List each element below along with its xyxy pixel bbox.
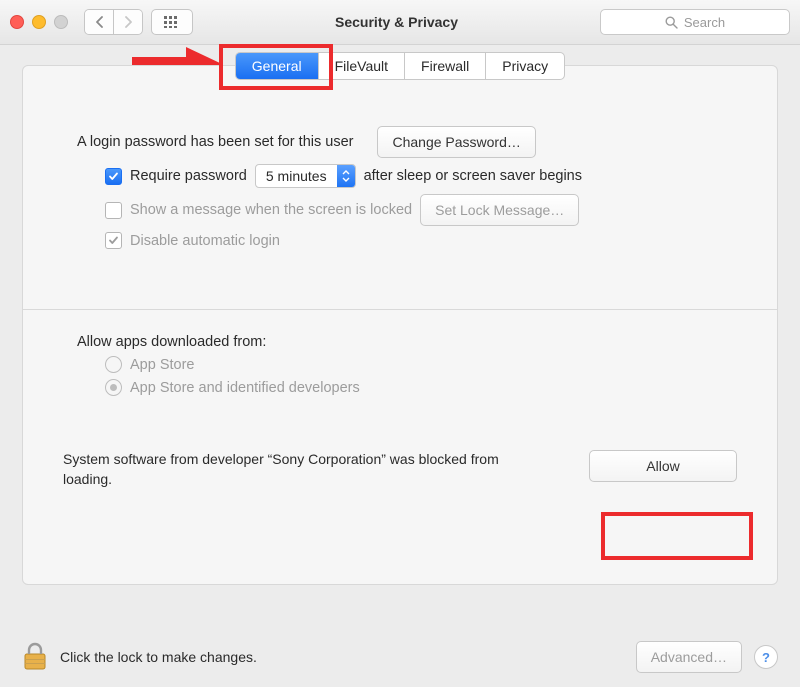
require-password-checkbox[interactable] <box>105 168 122 185</box>
advanced-button[interactable]: Advanced… <box>636 641 742 673</box>
annotation-highlight-allow <box>601 512 753 560</box>
close-window-icon[interactable] <box>10 15 24 29</box>
show-lock-message-label: Show a message when the screen is locked <box>130 202 412 218</box>
disable-auto-login-checkbox <box>105 232 122 249</box>
stepper-icon <box>337 165 355 187</box>
window-titlebar: Security & Privacy Search <box>0 0 800 45</box>
window-title: Security & Privacy <box>201 14 592 30</box>
disable-auto-login-label: Disable automatic login <box>130 233 280 249</box>
settings-panel: General FileVault Firewall Privacy A log… <box>22 65 778 585</box>
footer: Click the lock to make changes. Advanced… <box>22 641 778 673</box>
nav-back-forward <box>84 9 143 35</box>
help-button[interactable]: ? <box>754 645 778 669</box>
allow-button[interactable]: Allow <box>589 450 737 482</box>
change-password-button[interactable]: Change Password… <box>377 126 535 158</box>
allow-apps-identified-radio <box>105 379 122 396</box>
search-input[interactable]: Search <box>600 9 790 35</box>
require-password-label: Require password <box>130 168 247 184</box>
require-password-suffix: after sleep or screen saver begins <box>364 168 582 184</box>
tab-privacy[interactable]: Privacy <box>485 53 564 79</box>
lock-message: Click the lock to make changes. <box>60 649 624 665</box>
allow-apps-app-store-label: App Store <box>130 357 195 373</box>
show-all-prefs-button[interactable] <box>151 9 193 35</box>
show-lock-message-checkbox <box>105 202 122 219</box>
traffic-lights <box>10 15 68 29</box>
allow-apps-heading: Allow apps downloaded from: <box>77 334 266 350</box>
allow-apps-app-store-radio <box>105 356 122 373</box>
tab-general[interactable]: General <box>236 53 318 79</box>
forward-button <box>113 10 142 34</box>
set-lock-message-button: Set Lock Message… <box>420 194 579 226</box>
lock-icon[interactable] <box>22 642 48 672</box>
separator <box>23 309 777 310</box>
back-button[interactable] <box>85 10 113 34</box>
tab-bar: General FileVault Firewall Privacy <box>235 52 565 80</box>
allow-apps-identified-label: App Store and identified developers <box>130 380 360 396</box>
tab-firewall[interactable]: Firewall <box>404 53 485 79</box>
login-password-set-label: A login password has been set for this u… <box>77 134 353 150</box>
search-icon <box>665 16 678 29</box>
blocked-software-message: System software from developer “Sony Cor… <box>63 450 523 489</box>
search-placeholder: Search <box>684 15 725 30</box>
minimize-window-icon[interactable] <box>32 15 46 29</box>
require-password-delay-select[interactable]: 5 minutes <box>255 164 356 188</box>
tab-filevault[interactable]: FileVault <box>318 53 404 79</box>
grid-icon <box>164 16 180 28</box>
zoom-window-icon <box>54 15 68 29</box>
